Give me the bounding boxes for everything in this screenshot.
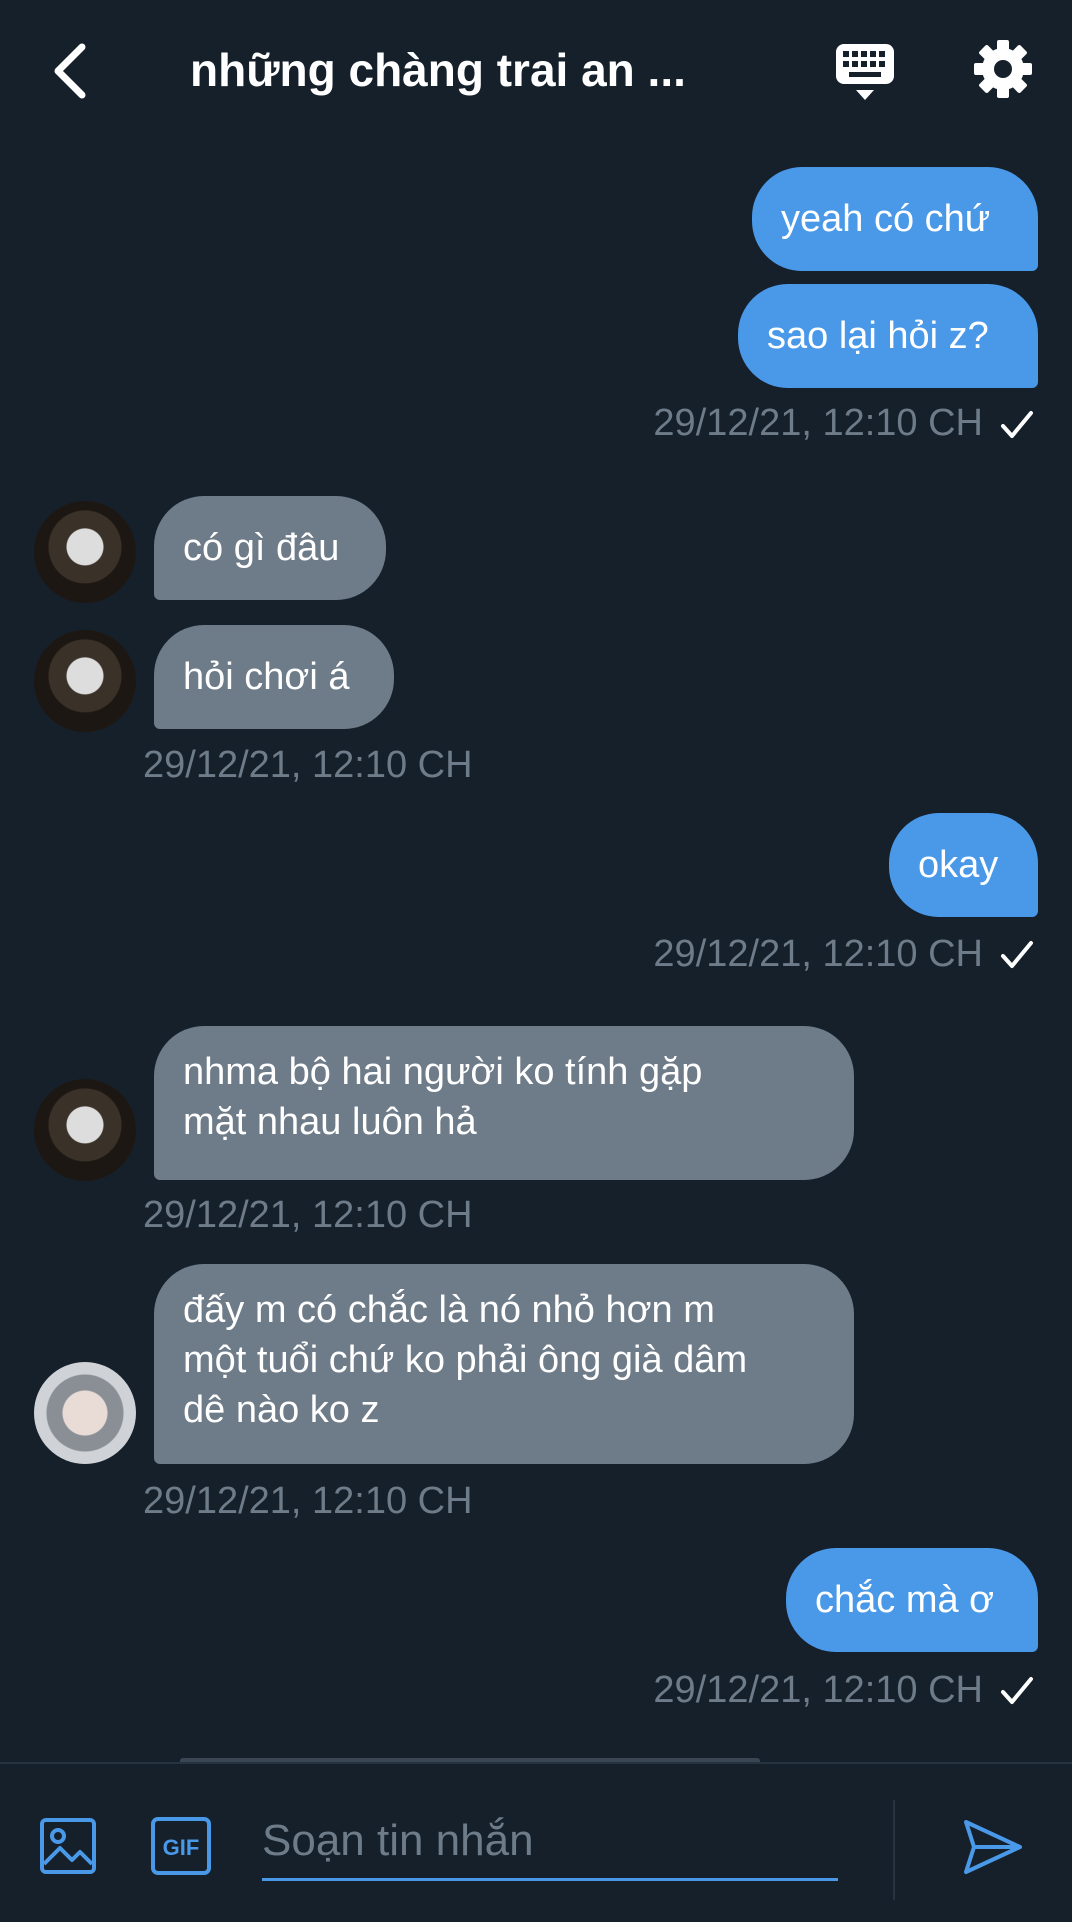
image-button[interactable]: [38, 1816, 98, 1876]
message-line: mặt nhau luôn hả: [183, 1101, 477, 1143]
send-button[interactable]: [960, 1814, 1026, 1880]
message-timestamp: 29/12/21, 12:10 CH: [653, 402, 983, 444]
message-bubble-outgoing[interactable]: sao lại hỏi z?: [738, 284, 1038, 388]
message-input[interactable]: [262, 1804, 838, 1881]
message-timestamp: 29/12/21, 12:10 CH: [653, 1669, 983, 1711]
avatar[interactable]: [34, 501, 136, 603]
message-line: đấy m có chắc là nó nhỏ hơn m: [183, 1289, 715, 1331]
gear-icon: [974, 40, 1032, 98]
message-timestamp: 29/12/21, 12:10 CH: [143, 744, 473, 786]
message-bubble-incoming[interactable]: có gì đâu: [154, 496, 386, 600]
gif-button[interactable]: GIF: [150, 1816, 212, 1876]
message-timestamp: 29/12/21, 12:10 CH: [143, 1480, 473, 1522]
message-bubble-outgoing[interactable]: chắc mà ơ: [786, 1548, 1038, 1652]
send-icon: [964, 1820, 1022, 1874]
back-button[interactable]: [40, 36, 100, 106]
message-text: sao lại hỏi z?: [767, 315, 989, 357]
gif-label: GIF: [163, 1835, 200, 1860]
message-timestamp: 29/12/21, 12:10 CH: [653, 933, 983, 975]
message-text: yeah có chứ: [781, 198, 991, 240]
avatar[interactable]: [34, 630, 136, 732]
composer-divider: [893, 1800, 895, 1900]
message-bubble-incoming[interactable]: đấy m có chắc là nó nhỏ hơn m một tuổi c…: [154, 1264, 854, 1464]
message-bubble-outgoing[interactable]: okay: [889, 813, 1038, 917]
message-line: dê nào ko z: [183, 1389, 380, 1431]
message-text: hỏi chơi á: [183, 656, 350, 698]
message-line: nhma bộ hai người ko tính gặp: [183, 1051, 703, 1093]
message-text: có gì đâu: [183, 527, 340, 569]
read-check-icon: [1001, 411, 1033, 438]
message-text: đấy m có chắc là nó nhỏ hơn m một tuổi c…: [183, 1285, 747, 1435]
chevron-left-icon: [54, 43, 86, 99]
message-text: nhma bộ hai người ko tính gặp mặt nhau l…: [183, 1047, 702, 1147]
message-list[interactable]: yeah có chứ sao lại hỏi z? 29/12/21, 12:…: [0, 140, 1072, 1760]
message-text: okay: [918, 844, 999, 886]
gif-icon: GIF: [151, 1817, 211, 1875]
keyboard-icon: [836, 44, 894, 100]
message-bubble-incoming[interactable]: hỏi chơi á: [154, 625, 394, 729]
image-icon: [40, 1818, 96, 1874]
message-line: một tuổi chứ ko phải ông già dâm: [183, 1339, 748, 1381]
conversation-header: những chàng trai an ...: [0, 0, 1072, 140]
avatar[interactable]: [34, 1079, 136, 1181]
message-bubble-outgoing[interactable]: yeah có chứ: [752, 167, 1038, 271]
read-check-icon: [1001, 1677, 1033, 1704]
message-text: chắc mà ơ: [815, 1579, 995, 1621]
keyboard-button[interactable]: [834, 40, 896, 104]
read-check-icon: [1001, 941, 1033, 968]
avatar[interactable]: [34, 1362, 136, 1464]
message-composer: GIF: [0, 1762, 1072, 1922]
message-timestamp: 29/12/21, 12:10 CH: [143, 1194, 473, 1236]
settings-button[interactable]: [972, 38, 1034, 100]
conversation-title[interactable]: những chàng trai an ...: [190, 38, 750, 102]
message-bubble-incoming[interactable]: nhma bộ hai người ko tính gặp mặt nhau l…: [154, 1026, 854, 1180]
